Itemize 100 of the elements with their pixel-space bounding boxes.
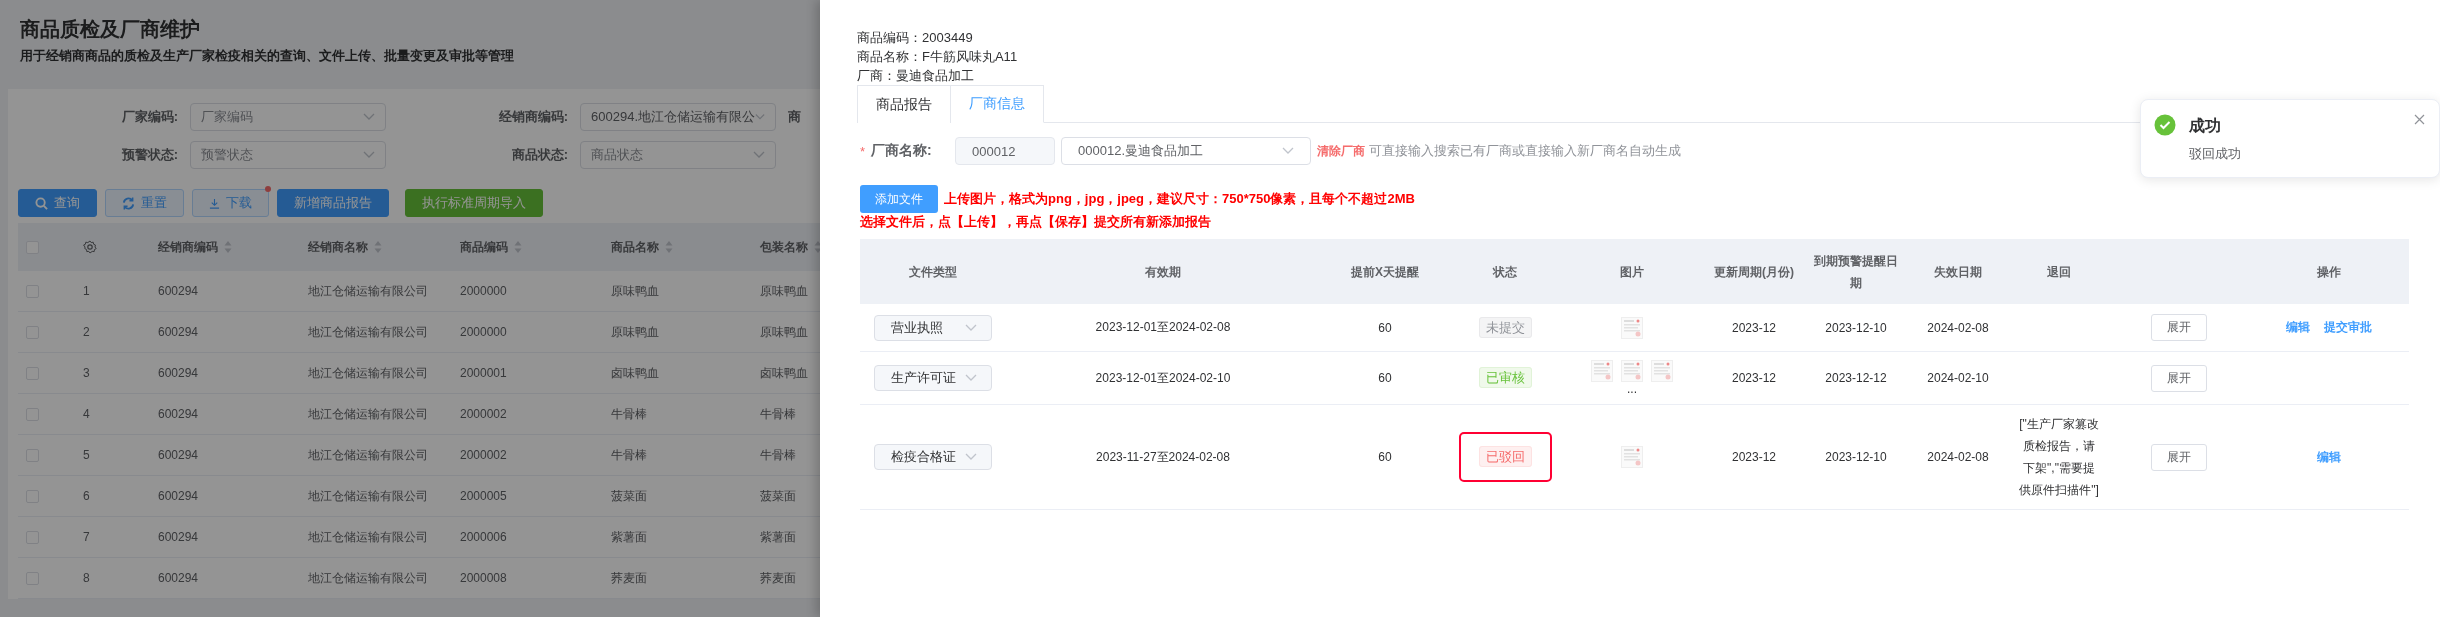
- table-cell: 600294: [158, 284, 199, 298]
- status-tag: 已审核: [1478, 367, 1532, 388]
- page-subtitle: 用于经销商商品的质检及生产厂家检疫相关的查询、文件上传、批量变更及审批等管理: [20, 47, 515, 65]
- success-icon: [2154, 114, 2176, 136]
- table-cell: 2023-11-27至2024-02-08: [1096, 448, 1230, 466]
- status-tag: 已驳回: [1478, 446, 1532, 467]
- clear-link[interactable]: 清除厂商: [1317, 142, 1366, 160]
- select-field[interactable]: 检疫合格证: [873, 444, 992, 470]
- action-link[interactable]: 编辑: [2317, 448, 2341, 466]
- table-cell: 2000000: [460, 284, 507, 298]
- more-text: ...: [1627, 382, 1637, 396]
- filter-label: 商: [788, 108, 802, 126]
- table-cell: 600294: [158, 489, 199, 503]
- expand-button[interactable]: 展开: [2151, 443, 2207, 471]
- table-cell: 600294: [158, 325, 199, 339]
- primary-button[interactable]: 新增商品报告: [277, 189, 389, 217]
- tab[interactable]: 商品报告: [857, 85, 951, 123]
- column-header: 商品编码: [460, 238, 508, 256]
- table-cell: 2000008: [460, 571, 507, 585]
- code-field: 000012: [955, 137, 1056, 165]
- select-field[interactable]: 商品状态: [580, 141, 776, 169]
- row-index: 8: [83, 571, 90, 585]
- reset-button[interactable]: 重置: [105, 189, 184, 217]
- expand-button[interactable]: 展开: [2151, 314, 2207, 341]
- tab[interactable]: 厂商信息: [951, 85, 1044, 123]
- table-cell: 600294: [158, 366, 199, 380]
- table-cell: 地江仓储运输有限公司: [308, 364, 428, 382]
- table-cell: 600294: [158, 407, 199, 421]
- table-cell: 地江仓储运输有限公司: [308, 569, 428, 587]
- table-cell: 地江仓储运输有限公司: [308, 323, 428, 341]
- sort-icon[interactable]: [665, 240, 673, 254]
- select-field[interactable]: 预警状态: [190, 141, 386, 169]
- add-file-button[interactable]: 添加文件: [860, 185, 938, 213]
- column-header: 退回: [2047, 263, 2071, 281]
- action-link[interactable]: 提交审批: [2324, 319, 2372, 336]
- table-cell: 2000002: [460, 448, 507, 462]
- toast-title: 成功: [2189, 116, 2222, 136]
- table-cell: 2000000: [460, 325, 507, 339]
- table-cell: 2000006: [460, 530, 507, 544]
- refresh-icon: [122, 196, 135, 210]
- table-cell: 60: [1378, 450, 1392, 464]
- column-header: 到期预警提醒日期: [1813, 252, 1899, 292]
- chevron-down-icon: [753, 151, 765, 159]
- search-button[interactable]: 查询: [18, 189, 97, 217]
- filter-label: 经销商编码:: [497, 108, 568, 126]
- row-index: 2: [83, 325, 90, 339]
- table-cell: 2023-12-01至2024-02-10: [1095, 369, 1231, 387]
- table-cell: 2023-12-12: [1825, 371, 1887, 385]
- expand-button[interactable]: 展开: [2151, 364, 2207, 392]
- select-field[interactable]: 营业执照: [873, 314, 992, 341]
- table-cell: 60: [1378, 320, 1392, 335]
- select-field[interactable]: 生产许可证: [873, 365, 992, 391]
- column-header: 文件类型: [908, 263, 957, 281]
- select-field[interactable]: 600294.地江仓储运输有限公: [580, 103, 776, 131]
- table-cell: 牛骨棒: [760, 446, 796, 464]
- upload-note: 上传图片，格式为png，jpg，jpeg，建议尺寸：750*750像素，且每个不超过2MB: [944, 190, 1415, 208]
- hint-text: 可直接输入搜索已有厂商或直接输入新厂商名自动生成: [1369, 142, 1682, 160]
- table-cell: 地江仓储运输有限公司: [308, 446, 428, 464]
- upload-note: 选择文件后，点【上传】，再点【保存】提交所有新添加报告: [860, 213, 1212, 231]
- table-cell: 地江仓储运输有限公司: [308, 282, 428, 300]
- table-cell: 地江仓储运输有限公司: [308, 528, 428, 546]
- column-header: 商品名称: [611, 238, 659, 256]
- info-line: 厂商：曼迪食品加工: [857, 67, 975, 85]
- close-icon[interactable]: [2414, 114, 2425, 125]
- table-cell: 原味鸭血: [760, 282, 808, 300]
- search-icon: [35, 196, 48, 210]
- status-tag: 未提交: [1478, 316, 1532, 338]
- sort-icon[interactable]: [374, 240, 382, 254]
- info-line: 商品编码：2003449: [857, 29, 974, 47]
- sort-icon[interactable]: [224, 240, 232, 254]
- table-cell: 牛骨棒: [760, 405, 796, 423]
- required-mark: *: [860, 143, 866, 159]
- column-header: 更新周期(月份): [1714, 263, 1794, 281]
- row-index: 5: [83, 448, 90, 462]
- column-header: 操作: [2317, 263, 2341, 281]
- table-cell: 2023-12: [1731, 320, 1776, 335]
- table-cell: 紫薯面: [611, 528, 647, 546]
- select-field[interactable]: 000012.曼迪食品加工: [1061, 137, 1312, 165]
- settings-icon[interactable]: [83, 240, 97, 254]
- success-button[interactable]: 执行标准周期导入: [405, 189, 543, 217]
- chevron-down-icon: [1282, 147, 1295, 155]
- table-cell: 2000001: [460, 366, 507, 380]
- table-cell: 2000005: [460, 489, 507, 503]
- table-cell: 菠菜面: [760, 487, 796, 505]
- row-index: 7: [83, 530, 90, 544]
- table-cell: 600294: [158, 448, 199, 462]
- table-cell: 菠菜面: [611, 487, 647, 505]
- table-cell: 2000002: [460, 407, 507, 421]
- table-cell: 地江仓储运输有限公司: [308, 487, 428, 505]
- chevron-down-icon: [363, 151, 375, 159]
- toast-message: 驳回成功: [2189, 145, 2242, 163]
- table-cell: 2024-02-08: [1927, 450, 1989, 464]
- action-link[interactable]: 编辑: [2286, 319, 2310, 336]
- table-cell: 牛骨棒: [611, 446, 647, 464]
- chevron-down-icon: [964, 453, 977, 461]
- select-field[interactable]: 厂家编码: [190, 103, 386, 131]
- sort-icon[interactable]: [514, 240, 522, 254]
- table-cell: 紫薯面: [760, 528, 796, 546]
- download-button[interactable]: 下载: [192, 189, 269, 217]
- table-cell: 2023-12: [1731, 450, 1776, 464]
